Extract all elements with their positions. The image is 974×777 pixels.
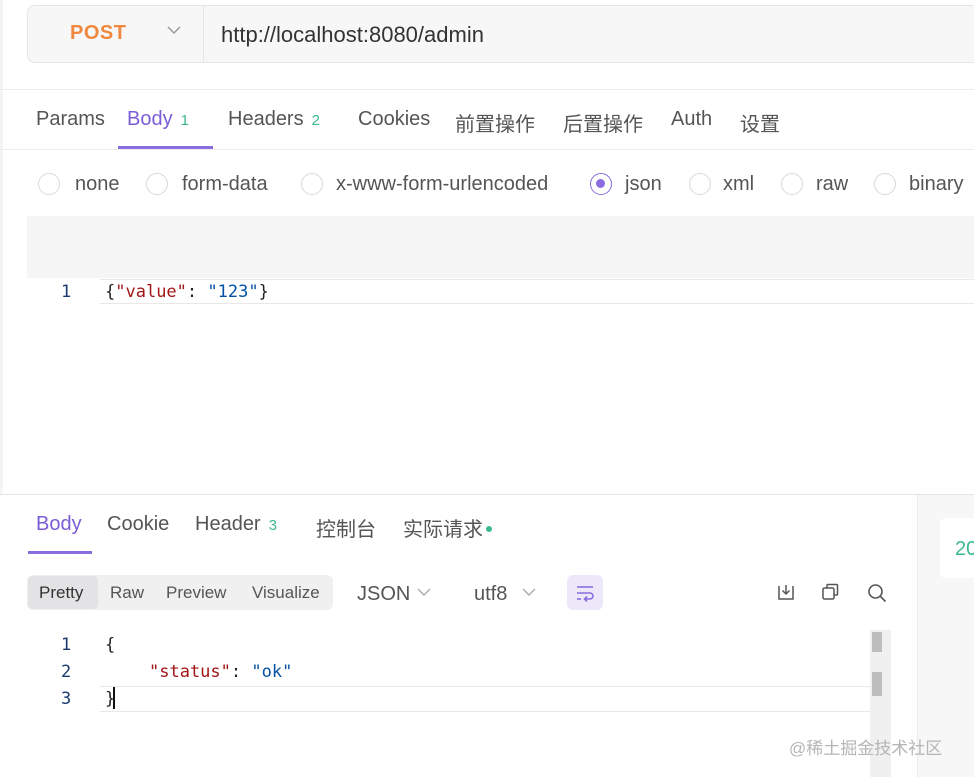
tab-badge: 3 <box>268 517 277 534</box>
tab-label: Body <box>127 108 173 130</box>
tab-label: Params <box>36 108 105 130</box>
encoding-dropdown[interactable]: utf8 <box>474 583 507 606</box>
tab-params[interactable]: Params <box>36 108 105 131</box>
code-token: "ok" <box>251 662 293 682</box>
word-wrap-button[interactable] <box>567 575 603 610</box>
tab-label: 控制台 <box>316 519 376 541</box>
tab-label: Header <box>195 513 261 535</box>
radio-label: x-www-form-urlencoded <box>336 173 549 195</box>
radio-binary[interactable] <box>874 173 896 195</box>
divider <box>0 149 974 150</box>
tab-label: 设置 <box>740 114 780 136</box>
divider <box>0 89 974 90</box>
active-tab-indicator <box>28 551 92 554</box>
radio-raw[interactable] <box>781 173 803 195</box>
request-body-editor[interactable]: {"value": "123"} <box>105 282 269 302</box>
tab-label: 前置操作 <box>455 114 535 136</box>
tab-post-operations[interactable]: 后置操作 <box>563 108 643 137</box>
chevron-down-icon[interactable] <box>522 587 536 597</box>
scrollbar-marker <box>872 672 882 696</box>
code-line: { <box>105 635 115 655</box>
radio-json[interactable] <box>590 173 612 195</box>
chevron-down-icon[interactable] <box>417 587 431 597</box>
url-divider <box>203 6 204 62</box>
code-token: "value" <box>115 282 187 302</box>
search-icon[interactable] <box>866 582 888 604</box>
view-mode-preview[interactable]: Preview <box>166 583 226 603</box>
radio-form-data[interactable] <box>146 173 168 195</box>
tab-headers[interactable]: Headers 2 <box>228 108 320 131</box>
tab-label: Auth <box>671 108 713 130</box>
download-icon[interactable] <box>776 582 796 602</box>
line-number: 2 <box>61 662 72 682</box>
radio-label: xml <box>723 173 755 195</box>
tab-cookies[interactable]: Cookies <box>358 108 430 131</box>
code-token: : <box>230 662 252 682</box>
response-tab-actual-request[interactable]: 实际请求 <box>403 513 492 542</box>
tab-label: Headers <box>228 108 304 130</box>
copy-icon[interactable] <box>820 582 840 602</box>
view-mode-visualize[interactable]: Visualize <box>252 583 320 603</box>
line-number: 1 <box>61 282 72 302</box>
tab-settings[interactable]: 设置 <box>740 108 780 137</box>
scrollbar-thumb[interactable] <box>872 632 882 652</box>
tab-auth[interactable]: Auth <box>671 108 712 131</box>
text-cursor <box>113 687 115 709</box>
active-line-highlight <box>100 686 870 712</box>
radio-none[interactable] <box>38 173 60 195</box>
encoding-label: utf8 <box>474 583 508 605</box>
tab-label: 实际请求 <box>403 519 483 541</box>
code-token: { <box>105 282 116 302</box>
radio-label: json <box>625 173 662 195</box>
code-token: { <box>105 635 116 655</box>
tab-label: Body <box>36 513 82 535</box>
tab-label: Cookie <box>107 513 170 535</box>
tab-label: 后置操作 <box>563 114 643 136</box>
tab-pre-operations[interactable]: 前置操作 <box>455 108 535 137</box>
format-label: JSON <box>357 583 411 605</box>
code-line: "status": "ok" <box>149 662 292 682</box>
radio-label: none <box>75 173 120 195</box>
watermark: @稀土掘金技术社区 <box>789 739 943 758</box>
response-tab-body[interactable]: Body <box>36 513 82 536</box>
line-number: 3 <box>61 689 72 709</box>
status-code: 20 <box>955 538 974 560</box>
radio-xml[interactable] <box>689 173 711 195</box>
view-mode-raw[interactable]: Raw <box>110 583 144 603</box>
radio-label: raw <box>816 173 849 195</box>
left-edge <box>0 0 3 495</box>
format-dropdown[interactable]: JSON <box>357 583 410 606</box>
radio-label: binary <box>909 173 964 195</box>
radio-label: form-data <box>182 173 268 195</box>
response-tab-header[interactable]: Header 3 <box>195 513 277 536</box>
tab-body[interactable]: Body 1 <box>127 108 189 131</box>
response-tab-cookie[interactable]: Cookie <box>107 513 169 536</box>
status-dot <box>486 525 492 532</box>
url-input[interactable]: http://localhost:8080/admin <box>221 22 484 48</box>
code-token: "status" <box>149 662 231 682</box>
chevron-down-icon[interactable] <box>166 24 182 36</box>
view-mode-pretty[interactable]: Pretty <box>39 583 83 603</box>
panel-divider[interactable] <box>0 494 974 495</box>
tab-label: Cookies <box>358 108 431 130</box>
method-select[interactable]: POST <box>70 22 126 45</box>
editor-toolbar <box>27 216 974 278</box>
radio-x-www-form-urlencoded[interactable] <box>301 173 323 195</box>
wrap-icon <box>577 586 594 602</box>
code-token: } <box>258 282 269 302</box>
response-tab-console[interactable]: 控制台 <box>316 513 376 542</box>
code-token: : <box>186 282 208 302</box>
line-number: 1 <box>61 635 72 655</box>
tab-badge: 2 <box>311 112 320 129</box>
tab-badge: 1 <box>180 112 189 129</box>
code-token: "123" <box>207 282 259 302</box>
